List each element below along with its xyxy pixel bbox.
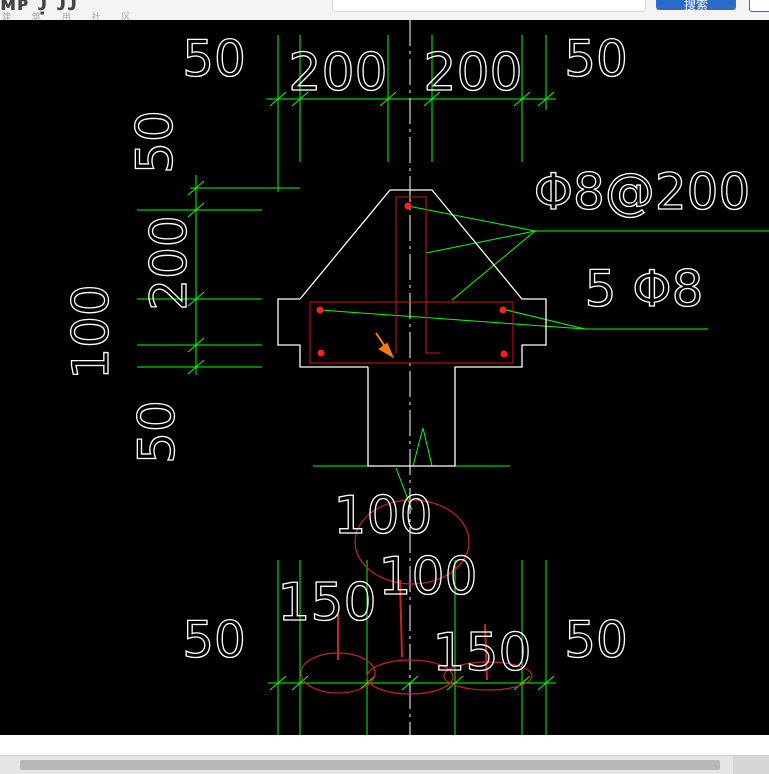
rebar-layout (309, 196, 514, 364)
page-gap (0, 735, 769, 755)
annotation-lower: 100 (378, 547, 477, 607)
cad-drawing-canvas: 50 200 200 50 50 200 50 100 Φ8@200 5 Φ8 … (0, 20, 769, 735)
cad-drawing: 50 200 200 50 50 200 50 100 Φ8@200 5 Φ8 … (61, 20, 769, 735)
section-outline (277, 189, 547, 467)
header-extra-button[interactable] (749, 0, 769, 12)
pointer-arrow (375, 332, 395, 359)
dimension-text: 50 200 200 50 50 200 50 100 Φ8@200 5 Φ8 … (61, 29, 751, 683)
search-input[interactable] (332, 0, 646, 12)
top-dimension-2: 200 (288, 43, 387, 103)
horizontal-scrollbar[interactable] (0, 755, 769, 774)
longitudinal-bar-label: 5 Φ8 (585, 260, 704, 318)
rebar-dots (316, 202, 508, 358)
bottom-dimension-3: 150 (432, 623, 531, 683)
bottom-dimension-2: 150 (277, 573, 376, 633)
scrollbar-thumb[interactable] (20, 760, 720, 770)
site-slogan: 建 筑 用 社 区 (2, 13, 140, 20)
left-dimension-2: 200 (140, 215, 198, 310)
scrollbar-right-area[interactable] (733, 756, 769, 774)
bottom-dimension-4: 50 (564, 611, 628, 669)
stirrup-label: Φ8@200 (534, 163, 751, 221)
site-header: ᴍᴘ ᴊ̣ ᴊ̇ᴊ 建 筑 用 社 区 搜索 (0, 0, 769, 20)
left-dimension-3: 50 (128, 400, 186, 464)
annotation-upper: 100 (333, 486, 432, 546)
search-button[interactable]: 搜索 (656, 0, 736, 12)
bottom-dimension-1: 50 (182, 611, 246, 669)
top-dimension-1: 50 (182, 30, 246, 88)
left-dimension-1: 50 (126, 110, 184, 174)
top-dimension-3: 200 (423, 43, 522, 103)
top-dimension-4: 50 (564, 30, 628, 88)
left-total-dimension: 100 (62, 284, 120, 379)
